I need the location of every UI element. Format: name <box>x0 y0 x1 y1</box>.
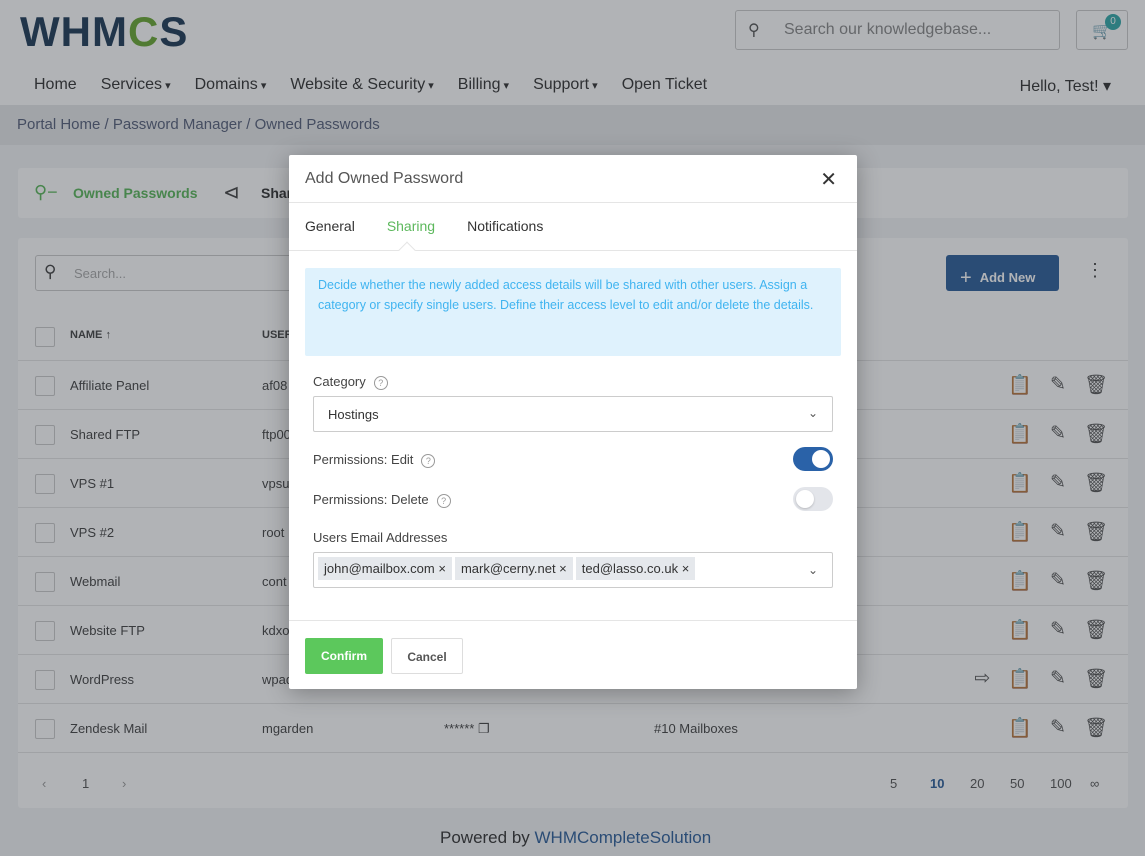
help-icon[interactable]: ? <box>421 454 436 468</box>
toggle-knob <box>812 450 830 468</box>
help-icon[interactable]: ? <box>436 494 451 508</box>
email-chip-text: john@mailbox.com <box>324 561 435 576</box>
remove-chip-icon[interactable]: × <box>556 561 567 576</box>
add-owned-password-modal: Add Owned Password ✕ General Sharing Noti… <box>289 155 857 689</box>
cancel-button[interactable]: Cancel <box>391 638 463 674</box>
category-select[interactable]: Hostings ⌄ <box>313 396 833 432</box>
perm-delete-label-text: Permissions: Delete <box>313 492 429 507</box>
modal-title: Add Owned Password <box>305 170 464 187</box>
permissions-edit-toggle[interactable] <box>793 447 833 471</box>
remove-chip-icon[interactable]: × <box>678 561 690 576</box>
category-label-text: Category <box>313 374 366 389</box>
modal-footer: Confirm Cancel <box>289 620 857 689</box>
category-value: Hostings <box>328 407 379 422</box>
permissions-delete-toggle[interactable] <box>793 487 833 511</box>
category-label: Category? <box>313 374 388 390</box>
info-alert: Decide whether the newly added access de… <box>305 268 841 356</box>
email-chip-text: ted@lasso.co.uk <box>581 561 679 576</box>
emails-multiselect[interactable]: john@mailbox.com × mark@cerny.net × ted@la… <box>313 552 833 588</box>
chevron-down-icon: ⌄ <box>807 406 818 420</box>
chevron-down-icon: ⌄ <box>807 563 818 577</box>
emails-label: Users Email Addresses <box>313 530 448 545</box>
perm-delete-label: Permissions: Delete? <box>313 492 451 508</box>
tab-notifications[interactable]: Notifications <box>467 218 543 235</box>
email-chip: ted@lasso.co.uk × <box>575 557 696 580</box>
help-icon[interactable]: ? <box>373 376 388 390</box>
close-icon[interactable]: ✕ <box>820 167 837 192</box>
remove-chip-icon[interactable]: × <box>435 561 446 576</box>
tab-general[interactable]: General <box>305 218 355 235</box>
modal-tabs: General Sharing Notifications <box>289 203 857 259</box>
active-tab-caret <box>398 241 416 259</box>
email-chip: john@mailbox.com × <box>318 557 452 580</box>
email-chip-text: mark@cerny.net <box>460 561 556 576</box>
toggle-knob <box>796 490 814 508</box>
perm-edit-label: Permissions: Edit? <box>313 452 436 468</box>
perm-edit-label-text: Permissions: Edit <box>313 452 414 467</box>
email-chip: mark@cerny.net × <box>454 557 573 580</box>
confirm-button[interactable]: Confirm <box>305 638 383 674</box>
tab-sharing[interactable]: Sharing <box>387 218 435 235</box>
